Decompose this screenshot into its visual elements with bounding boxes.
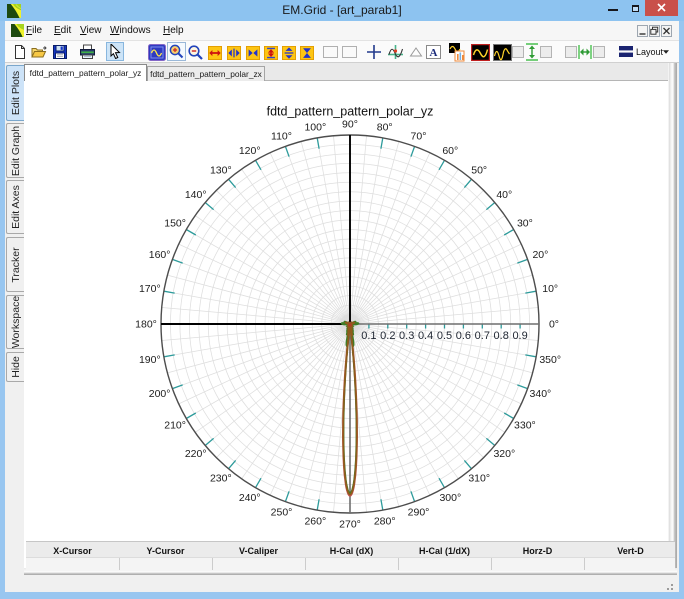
svg-text:310°: 310°	[468, 472, 490, 484]
svg-text:250°: 250°	[271, 507, 293, 519]
svg-text:30°: 30°	[517, 218, 533, 230]
svg-text:240°: 240°	[239, 492, 261, 504]
svg-text:340°: 340°	[530, 388, 552, 400]
svg-text:330°: 330°	[514, 420, 536, 432]
svg-text:190°: 190°	[139, 354, 161, 366]
svg-text:0.2: 0.2	[380, 330, 395, 342]
svg-text:50°: 50°	[471, 165, 487, 177]
svg-text:0.1: 0.1	[361, 330, 376, 342]
svg-text:A: A	[430, 47, 438, 59]
svg-text:170°: 170°	[139, 283, 161, 295]
svg-text:220°: 220°	[185, 448, 207, 460]
svg-text:110°: 110°	[271, 130, 292, 142]
svg-text:60°: 60°	[442, 145, 458, 157]
svg-text:80°: 80°	[377, 122, 393, 134]
svg-text:230°: 230°	[210, 472, 232, 484]
svg-text:0.8: 0.8	[494, 330, 509, 342]
svg-text:280°: 280°	[374, 516, 396, 528]
svg-text:0.3: 0.3	[399, 330, 414, 342]
svg-text:290°: 290°	[408, 507, 430, 519]
svg-text:0.5: 0.5	[437, 330, 452, 342]
svg-text:0°: 0°	[549, 319, 559, 331]
svg-text:320°: 320°	[493, 448, 515, 460]
svg-text:130°: 130°	[210, 165, 232, 177]
svg-text:0.9: 0.9	[512, 330, 527, 342]
svg-text:140°: 140°	[185, 189, 207, 201]
svg-text:150°: 150°	[164, 218, 186, 230]
svg-text:160°: 160°	[149, 249, 171, 261]
svg-text:fdtd_pattern_pattern_polar_yz: fdtd_pattern_pattern_polar_yz	[267, 105, 434, 119]
svg-text:0.6: 0.6	[456, 330, 471, 342]
svg-text:0.7: 0.7	[475, 330, 490, 342]
svg-text:200°: 200°	[149, 388, 171, 400]
svg-text:180°: 180°	[135, 319, 157, 331]
svg-text:0.4: 0.4	[418, 330, 433, 342]
svg-text:270°: 270°	[339, 519, 361, 531]
svg-text:350°: 350°	[539, 354, 561, 366]
svg-text:10°: 10°	[542, 283, 558, 295]
svg-text:90°: 90°	[342, 119, 358, 131]
svg-text:260°: 260°	[304, 516, 326, 528]
svg-text:100°: 100°	[304, 122, 326, 134]
svg-text:120°: 120°	[239, 145, 261, 157]
svg-text:300°: 300°	[439, 492, 461, 504]
svg-text:40°: 40°	[496, 189, 512, 201]
svg-text:70°: 70°	[411, 130, 427, 142]
svg-text:20°: 20°	[532, 249, 548, 261]
svg-text:210°: 210°	[164, 420, 186, 432]
